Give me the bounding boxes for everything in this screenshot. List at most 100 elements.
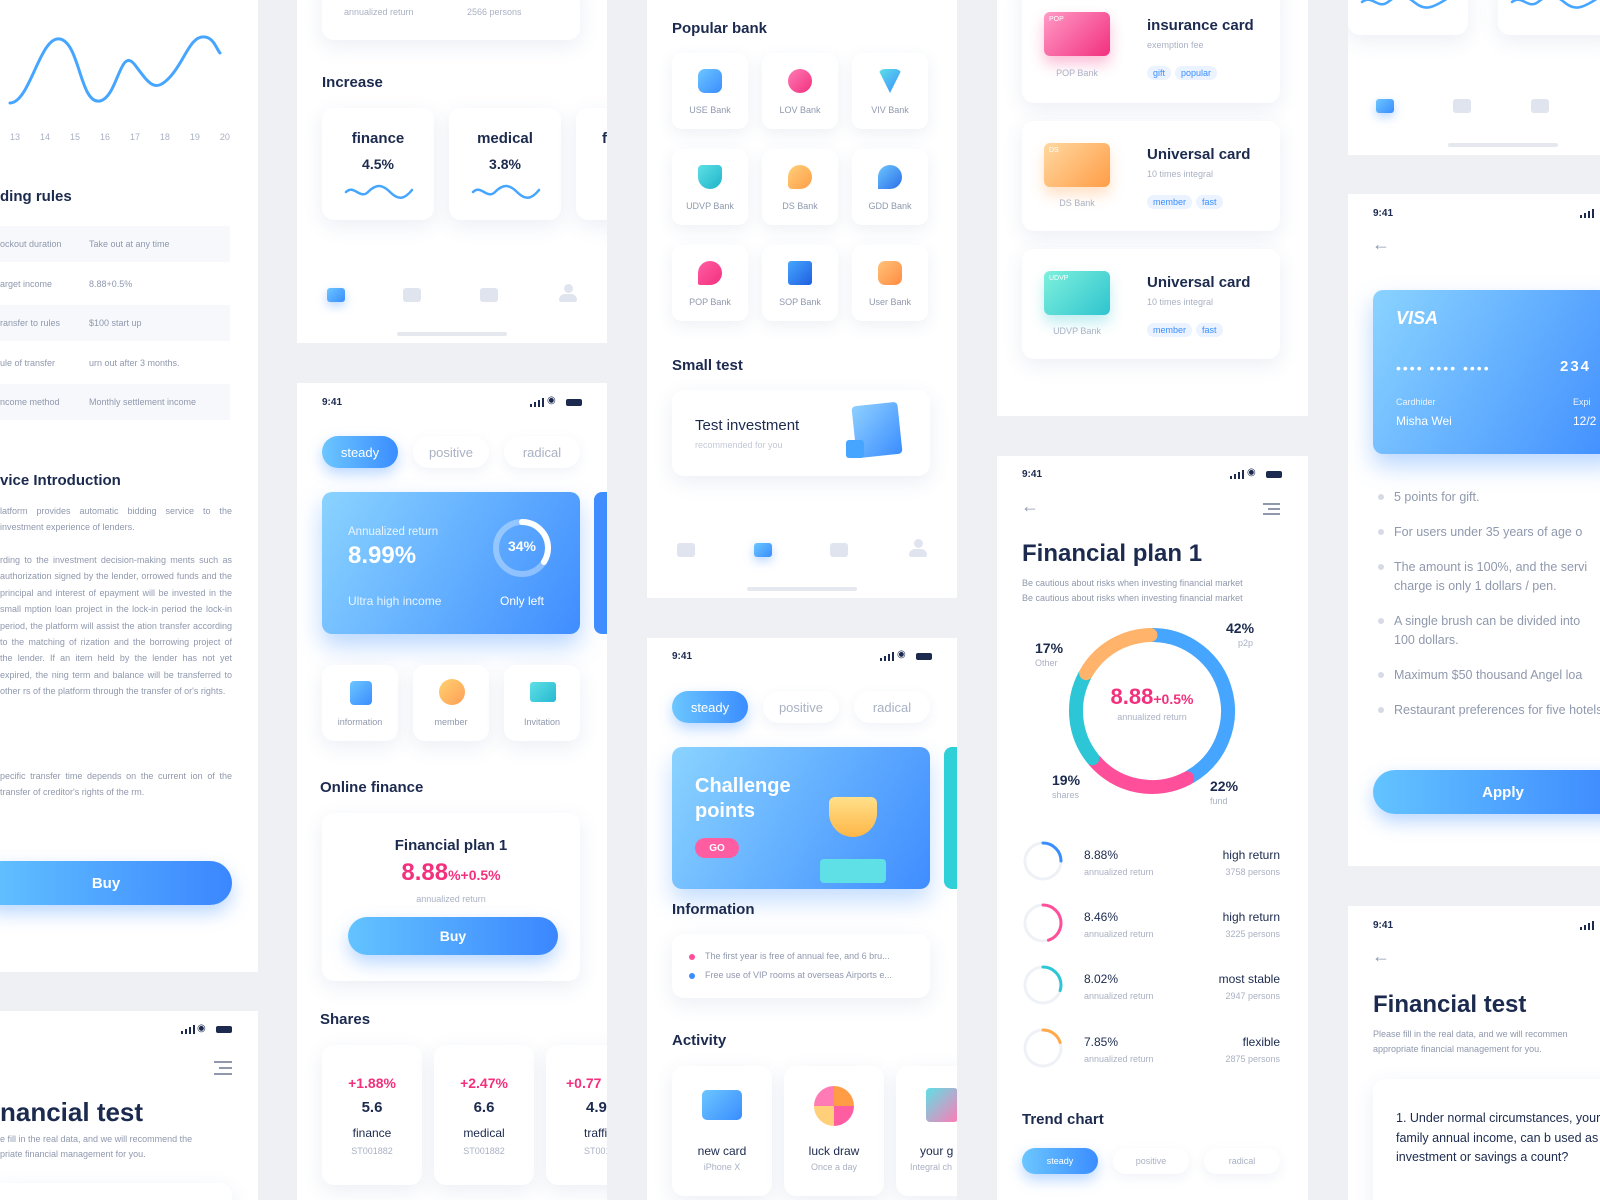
card-tab-screen-partial — [1348, 0, 1600, 155]
quick-information[interactable]: information — [322, 665, 398, 741]
plan-card[interactable]: Financial plan 1 8.88%+0.5% annualized r… — [322, 813, 580, 981]
increase-card-medical[interactable]: medical 3.8% — [449, 108, 561, 220]
wallet-tab-icon[interactable] — [1453, 99, 1471, 113]
hero-label: Annualized return — [348, 526, 439, 538]
tab-steady[interactable]: steady — [672, 691, 748, 723]
tab-positive[interactable]: positive — [1113, 1148, 1189, 1174]
x-tick: 18 — [159, 132, 170, 142]
activity-card[interactable]: luck draw Once a day — [784, 1066, 884, 1196]
user-tab-icon[interactable] — [559, 284, 577, 302]
question-card[interactable]: 1. Under normal circumstances, your fami… — [1373, 1079, 1600, 1200]
page-desc: priate financial management for you. — [0, 1149, 146, 1159]
bank-card-item[interactable]: POP POP Bank insurance card exemption fe… — [1022, 0, 1280, 103]
go-button[interactable]: GO — [695, 838, 739, 858]
wallet-tab-icon[interactable] — [754, 543, 772, 557]
buy-button[interactable]: Buy — [0, 861, 232, 905]
tab-steady[interactable]: steady — [322, 436, 398, 468]
bank-ds[interactable]: DS Bank — [762, 149, 838, 225]
bank-card-item[interactable]: UDVP UDVP Bank Universal card 10 times i… — [1022, 249, 1280, 359]
information-card[interactable]: The first year is free of annual fee, an… — [672, 934, 930, 998]
increase-name: f — [602, 130, 607, 147]
back-arrow-icon[interactable]: ← — [1372, 234, 1390, 255]
bank-pop[interactable]: POP Bank — [672, 245, 748, 321]
bank-use[interactable]: USE Bank — [672, 53, 748, 129]
rule-row: ockout duration Take out at any time — [0, 226, 230, 262]
intro-title: vice Introduction — [0, 472, 121, 489]
share-card[interactable]: +2.47% 6.6 medical ST001882 — [434, 1045, 534, 1185]
card-chip-label: POP — [1049, 16, 1064, 23]
tab-steady[interactable]: steady — [1022, 1148, 1098, 1174]
plan-sub: annualized return — [1084, 1054, 1154, 1064]
bank-udvp[interactable]: UDVP Bank — [672, 149, 748, 225]
tab-radical[interactable]: radical — [504, 436, 580, 468]
card-tab-icon[interactable] — [1531, 99, 1549, 113]
plan-persons: 3758 persons — [1225, 867, 1280, 877]
share-card[interactable]: +1.88% 5.6 finance ST001882 — [322, 1045, 422, 1185]
signal-icon — [530, 398, 544, 407]
buy-button[interactable]: Buy — [348, 917, 558, 955]
tab-radical[interactable]: radical — [854, 691, 930, 723]
challenge-banner[interactable]: Challenge points GO — [672, 747, 930, 889]
share-code: ST001882 — [463, 1146, 505, 1156]
card-title: Universal card — [1147, 274, 1251, 291]
plan-progress-ring — [1023, 965, 1063, 1005]
plan-row[interactable]: 7.85% annualized return flexible 2875 pe… — [1022, 1027, 1280, 1075]
increase-title: Increase — [322, 74, 383, 91]
mini-chart-card — [1498, 0, 1600, 35]
plan-row[interactable]: 8.88% annualized return high return 3758… — [1022, 840, 1280, 888]
chart-tab-icon[interactable] — [677, 543, 695, 557]
bank-sop[interactable]: SOP Bank — [762, 245, 838, 321]
increase-card-partial[interactable]: f — [576, 108, 607, 220]
heart-icon — [788, 69, 812, 93]
intro-paragraph: rding to the investment decision-making … — [0, 555, 232, 697]
tab-radical[interactable]: radical — [1204, 1148, 1280, 1174]
back-arrow-icon[interactable]: ← — [1372, 946, 1390, 967]
bank-logo-icon — [698, 69, 722, 93]
plan-rate-suffix: %+0.5% — [448, 867, 501, 883]
plan-row[interactable]: 8.02% annualized return most stable 2947… — [1022, 964, 1280, 1012]
plan-kind: flexible — [1242, 1035, 1280, 1049]
benefit-item: The amount is 100%, and the servi charge… — [1378, 558, 1600, 596]
back-arrow-icon[interactable]: ← — [1021, 496, 1039, 517]
card-tab-icon[interactable] — [830, 543, 848, 557]
status-time: 9:41 — [672, 651, 693, 662]
increase-card-finance[interactable]: finance 4.5% — [322, 108, 434, 220]
bank-lov[interactable]: LOV Bank — [762, 53, 838, 129]
bank-viv[interactable]: VIV Bank — [852, 53, 928, 129]
slice-name-other: Other — [1035, 658, 1058, 668]
quick-invitation[interactable]: Invitation — [504, 665, 580, 741]
card-title: Universal card — [1147, 146, 1251, 163]
test-investment-card[interactable]: Test investment recommended for you — [672, 390, 930, 476]
bank-label: DS Bank — [782, 201, 818, 211]
chart-tab-icon[interactable] — [1376, 99, 1394, 113]
apply-button[interactable]: Apply — [1373, 770, 1600, 814]
wallet-tab-icon[interactable] — [403, 288, 421, 302]
page-title: Financial plan 1 — [1022, 540, 1203, 567]
bank-user[interactable]: User Bank — [852, 245, 928, 321]
activity-card-partial[interactable]: your g Integral ch — [896, 1066, 957, 1196]
menu-icon[interactable] — [214, 1061, 232, 1075]
quick-member[interactable]: member — [413, 665, 489, 741]
return-hero-card[interactable]: Annualized return 8.99% Ultra high incom… — [322, 492, 580, 634]
pin-icon — [878, 165, 902, 189]
tab-positive[interactable]: positive — [763, 691, 839, 723]
rule-key: ransfer to rules — [0, 318, 61, 328]
activity-card[interactable]: new card iPhone X — [672, 1066, 772, 1196]
info-item: Free use of VIP rooms at overseas Airpor… — [705, 970, 892, 980]
share-card-partial[interactable]: +0.77 4.9 traffi ST0018 — [546, 1045, 607, 1185]
x-tick: 15 — [69, 132, 80, 142]
slice-label-other: 17% — [1035, 640, 1064, 656]
menu-icon[interactable] — [1263, 503, 1280, 515]
card-tab-icon[interactable] — [480, 288, 498, 302]
tab-positive[interactable]: positive — [413, 436, 489, 468]
plan-row[interactable]: 8.46% annualized return high return 3225… — [1022, 902, 1280, 950]
chart-tab-icon[interactable] — [327, 288, 345, 302]
activity-sub: Integral ch — [910, 1162, 953, 1172]
bank-card-item[interactable]: DS DS Bank Universal card 10 times integ… — [1022, 121, 1280, 231]
wifi-icon: ◉ — [1247, 467, 1256, 478]
bank-gdd[interactable]: GDD Bank — [852, 149, 928, 225]
wifi-icon: ◉ — [897, 649, 906, 660]
user-tab-icon[interactable] — [909, 539, 927, 557]
visa-card[interactable]: VISA •••• •••• •••• 234 Cardhider Misha … — [1373, 290, 1600, 454]
bag-icon — [788, 261, 812, 285]
